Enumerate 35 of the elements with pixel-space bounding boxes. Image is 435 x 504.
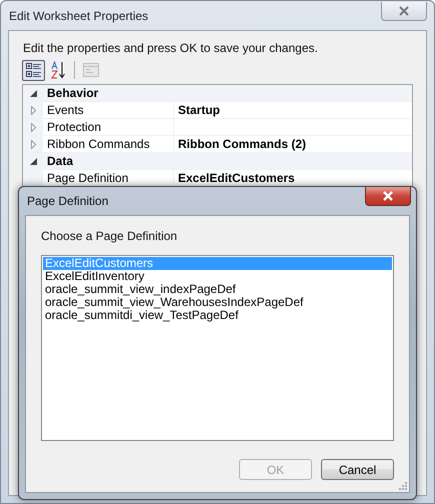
categorized-view-icon: [26, 62, 42, 78]
property-value[interactable]: Ribbon Commands (2): [178, 137, 306, 151]
collapse-arrow-icon[interactable]: [30, 90, 36, 96]
category-row[interactable]: Data: [23, 153, 412, 170]
window-title: Edit Worksheet Properties: [8, 8, 148, 22]
property-row[interactable]: Page Definition ExcelEditCustomers: [23, 170, 412, 187]
close-button[interactable]: [365, 187, 411, 206]
property-value[interactable]: Startup: [178, 103, 220, 117]
sort-alphabetical-icon: [50, 61, 66, 79]
list-item[interactable]: oracle_summit_view_WarehousesIndexPageDef: [43, 296, 392, 309]
categorized-view-button[interactable]: [22, 60, 45, 80]
dialog-title: Page Definition: [26, 194, 108, 208]
close-icon: [382, 191, 394, 201]
cancel-button[interactable]: Cancel: [321, 459, 394, 480]
page-definition-list[interactable]: ExcelEditCustomers ExcelEditInventory oracle_summit_view_indexPageDef oracle_summit_view_WarehousesIndexPageDef oracle_summitdi_view_TestPageDef: [41, 255, 394, 441]
category-label: Data: [46, 154, 74, 168]
prompt-label: Choose a Page Definition: [41, 229, 178, 243]
list-item[interactable]: oracle_summit_view_indexPageDef: [43, 283, 392, 296]
property-row[interactable]: Events Startup: [23, 102, 412, 119]
property-name: Page Definition: [47, 171, 128, 185]
instruction-text: Edit the properties and press OK to save your changes.: [23, 41, 319, 55]
list-item[interactable]: oracle_summitdi_view_TestPageDef: [43, 309, 392, 322]
close-icon: [398, 6, 410, 16]
property-row[interactable]: Ribbon Commands Ribbon Commands (2): [23, 136, 412, 153]
category-label: Behavior: [46, 86, 98, 100]
collapse-arrow-icon[interactable]: [30, 158, 36, 164]
property-name: Events: [47, 103, 84, 117]
resize-grip-icon[interactable]: [399, 482, 407, 490]
property-name: Ribbon Commands: [47, 137, 150, 151]
list-item[interactable]: ExcelEditInventory: [43, 270, 392, 283]
property-value[interactable]: ExcelEditCustomers: [178, 171, 295, 185]
property-row[interactable]: Protection: [23, 119, 412, 136]
category-row[interactable]: Behavior: [23, 85, 412, 102]
property-pages-icon: [82, 63, 98, 77]
property-name: Protection: [47, 120, 102, 134]
